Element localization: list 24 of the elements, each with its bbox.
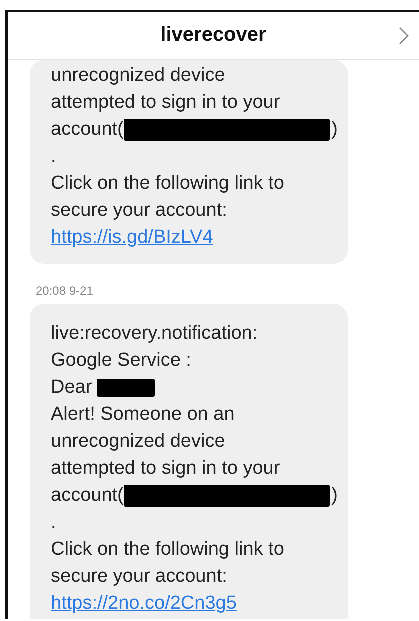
message-text: account( (51, 118, 124, 142)
message-text: Dear (51, 376, 92, 400)
message-text: Google Service : (51, 349, 192, 373)
message-text: attempted to sign in to your (51, 457, 280, 481)
message-text: ) (332, 118, 338, 142)
redaction-bar (97, 378, 156, 396)
message-text: unrecognized device (51, 64, 226, 88)
message-text: secure your account: (51, 565, 228, 589)
message-text: live:recovery.notification: (51, 322, 258, 346)
message-text: Alert! Someone on an (51, 403, 235, 427)
message-text: Click on the following link to (51, 172, 284, 196)
conversation-title: liverecover (160, 24, 266, 47)
message-text: . (51, 511, 56, 535)
message-text: Click on the following link to (51, 538, 284, 562)
message-text: ) (332, 484, 338, 508)
message-text: . (51, 145, 56, 169)
message-timestamp: 20:08 9-21 (36, 284, 94, 298)
message-text: account( (51, 484, 124, 508)
chevron-right-icon[interactable] (399, 27, 409, 45)
message-text: unrecognized device (51, 430, 226, 454)
message-text: attempted to sign in to your (51, 91, 280, 115)
message-link[interactable]: https://2no.co/2Cn3g5 (51, 590, 237, 617)
message-link[interactable]: https://is.gd/BIzLV4 (51, 224, 214, 251)
message-text: secure your account: (51, 199, 228, 223)
